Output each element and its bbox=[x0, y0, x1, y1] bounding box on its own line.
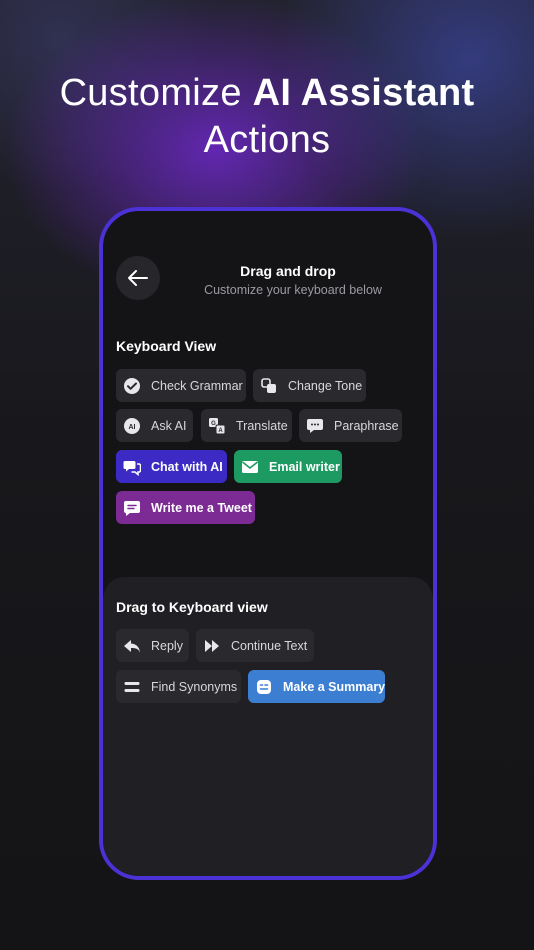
chip-label: Chat with AI bbox=[151, 459, 223, 474]
chip-reply[interactable]: Reply bbox=[116, 629, 189, 662]
keyboard-view-title: Keyboard View bbox=[116, 338, 217, 354]
headline-line-2: Actions bbox=[203, 119, 331, 161]
chip-label: Write me a Tweet bbox=[151, 500, 252, 515]
message-lines-icon bbox=[123, 499, 141, 517]
phone-frame: Drag and drop Customize your keyboard be… bbox=[99, 207, 437, 880]
chip-chat-with-ai[interactable]: Chat with AI bbox=[116, 450, 227, 483]
chip-change-tone[interactable]: Change Tone bbox=[253, 369, 366, 402]
chip-ask-ai[interactable]: AI Ask AI bbox=[116, 409, 193, 442]
chip-label: Change Tone bbox=[288, 378, 363, 393]
reply-arrow-icon bbox=[123, 637, 141, 655]
envelope-icon bbox=[241, 458, 259, 476]
chip-write-me-a-tweet[interactable]: Write me a Tweet bbox=[116, 491, 255, 524]
ai-chat-icon: AI bbox=[123, 417, 141, 435]
summary-doc-icon bbox=[255, 678, 273, 696]
svg-text:AI: AI bbox=[129, 424, 136, 431]
chip-label: Continue Text bbox=[231, 638, 308, 653]
chip-label: Translate bbox=[236, 418, 288, 433]
fast-forward-icon bbox=[203, 637, 221, 655]
back-button[interactable] bbox=[116, 256, 160, 300]
chip-email-writer[interactable]: Email writer bbox=[234, 450, 342, 483]
arrow-left-icon bbox=[128, 270, 148, 286]
chip-continue-text[interactable]: Continue Text bbox=[196, 629, 314, 662]
chip-label: Ask AI bbox=[151, 418, 187, 433]
chip-paraphrase[interactable]: Paraphrase bbox=[299, 409, 402, 442]
chat-bubbles-icon bbox=[123, 458, 141, 476]
speech-bubble-icon bbox=[306, 417, 324, 435]
drag-to-keyboard-title: Drag to Keyboard view bbox=[116, 599, 268, 615]
chip-label: Paraphrase bbox=[334, 418, 399, 433]
headline-line-1: Customize AI Assistant bbox=[0, 70, 534, 117]
chip-label: Email writer bbox=[269, 459, 340, 474]
headline-bold-text: AI Assistant bbox=[252, 72, 475, 114]
chip-make-a-summary[interactable]: Make a Summary bbox=[248, 670, 385, 703]
check-circle-icon bbox=[123, 377, 141, 395]
tone-swap-icon bbox=[260, 377, 278, 395]
chip-label: Check Grammar bbox=[151, 378, 243, 393]
equals-lines-icon bbox=[123, 678, 141, 696]
translate-icon: GA bbox=[208, 417, 226, 435]
chip-check-grammar[interactable]: Check Grammar bbox=[116, 369, 246, 402]
page-subtitle: Customize your keyboard below bbox=[204, 283, 382, 297]
chip-translate[interactable]: GA Translate bbox=[201, 409, 292, 442]
svg-text:A: A bbox=[218, 428, 223, 434]
drag-tray: Drag to Keyboard view Reply Continue Tex… bbox=[103, 577, 433, 876]
page-title: Drag and drop bbox=[240, 263, 336, 279]
chip-label: Reply bbox=[151, 638, 183, 653]
promo-headline: Customize AI Assistant Actions bbox=[0, 70, 534, 164]
headline-light-text: Customize bbox=[59, 72, 253, 114]
chip-find-synonyms[interactable]: Find Synonyms bbox=[116, 670, 241, 703]
chip-label: Find Synonyms bbox=[151, 679, 238, 694]
svg-text:G: G bbox=[211, 421, 216, 427]
chip-label: Make a Summary bbox=[283, 679, 386, 694]
